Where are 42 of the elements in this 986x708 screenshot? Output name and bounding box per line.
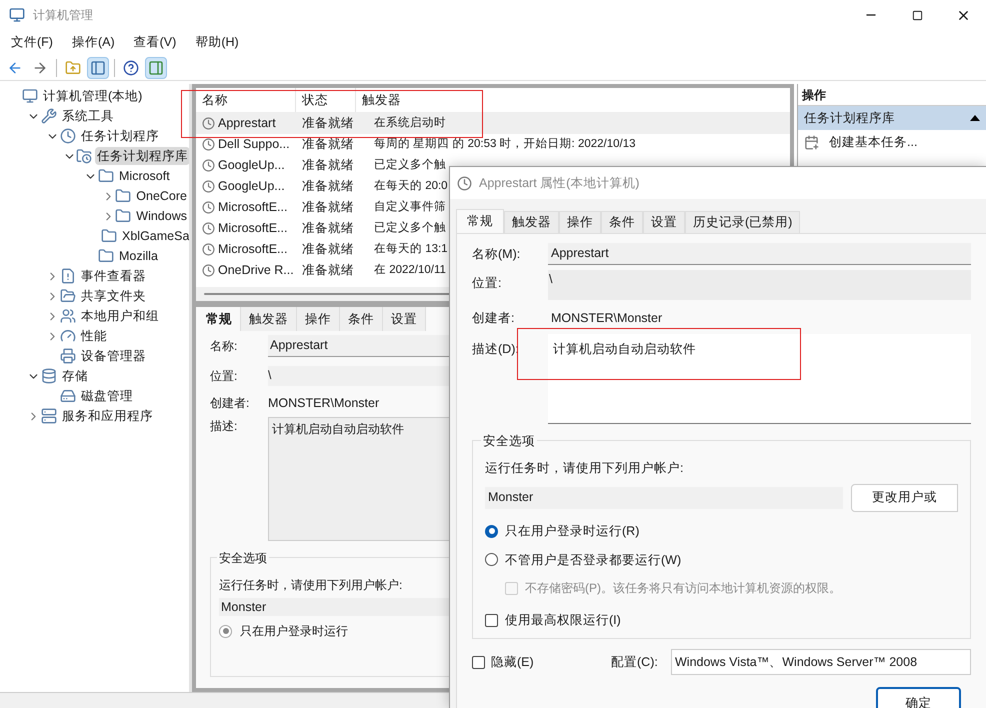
field-label: 名称: bbox=[210, 338, 238, 355]
task-trigger: 在每天的 13:1 bbox=[373, 242, 449, 257]
task-name: GoogleUp... bbox=[218, 157, 285, 174]
field-label: 位置: bbox=[210, 368, 238, 385]
field-label: 描述(D): bbox=[472, 341, 520, 358]
field-label: 创建者: bbox=[210, 395, 250, 412]
task-name: MicrosoftE... bbox=[218, 220, 288, 238]
task-name: MicrosoftE... bbox=[218, 199, 288, 216]
author-value: MONSTER\Monster bbox=[550, 310, 664, 327]
task-status: 准备就绪 bbox=[301, 136, 355, 154]
dialog-title: Apprestart 属性(本地计算机) bbox=[479, 174, 640, 192]
task-status: 准备就绪 bbox=[301, 241, 355, 258]
task-name: Dell Suppo... bbox=[218, 136, 290, 154]
field-label: 名称(M): bbox=[472, 246, 522, 263]
task-trigger: 在系统启动时 bbox=[373, 115, 447, 131]
task-trigger: 在 2022/10/11 bbox=[373, 262, 447, 278]
task-trigger: 已定义多个触 bbox=[373, 220, 447, 236]
task-trigger: 已定义多个触 bbox=[373, 157, 447, 173]
task-trigger: 自定义事件筛 bbox=[373, 199, 447, 215]
task-status: 准备就绪 bbox=[301, 157, 355, 174]
task-status: 准备就绪 bbox=[301, 115, 355, 132]
task-name: MicrosoftE... bbox=[218, 241, 288, 258]
field-label: 配置(C): bbox=[611, 654, 659, 671]
account-prompt: 运行任务时，请使用下列用户帐户: bbox=[485, 460, 684, 477]
task-trigger: 在每天的 20:0 bbox=[373, 178, 449, 194]
account-prompt: 运行任务时，请使用下列用户帐户: bbox=[219, 577, 402, 594]
window-title: 计算机管理 bbox=[33, 7, 93, 24]
task-name: GoogleUp... bbox=[218, 178, 285, 196]
task-trigger: 每周的 星期四 的 20:53 时，开始日期: 2022/10/13 bbox=[373, 136, 637, 152]
group-title: 安全选项 bbox=[217, 549, 269, 567]
task-name: OneDrive R... bbox=[218, 262, 294, 280]
field-label: 创建者: bbox=[472, 310, 516, 327]
location-field: \ bbox=[548, 270, 971, 300]
task-status: 准备就绪 bbox=[301, 178, 355, 196]
field-label: 位置: bbox=[472, 275, 502, 292]
task-status: 准备就绪 bbox=[301, 199, 355, 216]
task-status: 准备就绪 bbox=[301, 220, 355, 238]
task-name: Apprestart bbox=[218, 115, 276, 132]
author-value: MONSTER\Monster bbox=[268, 394, 380, 412]
task-status: 准备就绪 bbox=[301, 262, 355, 280]
account-field: Monster bbox=[485, 486, 843, 509]
field-label: 描述: bbox=[210, 418, 238, 435]
